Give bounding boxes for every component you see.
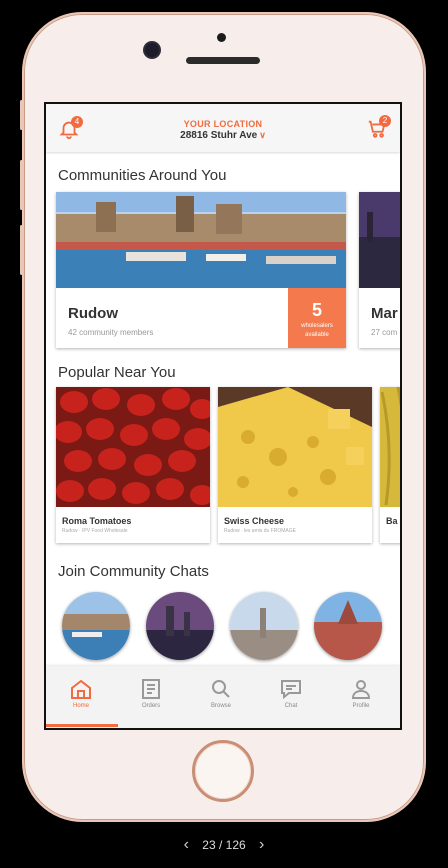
product-photo <box>56 387 210 507</box>
communities-section-title: Communities Around You <box>58 167 227 184</box>
community-chat-avatar[interactable] <box>230 592 298 660</box>
orders-icon <box>142 679 160 699</box>
community-photo <box>56 192 346 288</box>
product-name: Ba <box>386 516 398 526</box>
proximity-sensor <box>217 33 226 42</box>
tab-label: Orders <box>141 703 161 709</box>
location-selector[interactable]: 28816 Stuhr Ave ∨ <box>46 130 400 141</box>
chats-section-title: Join Community Chats <box>58 563 209 580</box>
pager: ‹ 23 / 126 › <box>0 836 448 854</box>
community-card[interactable]: Rudow 42 community members 5 wholesalers… <box>56 192 346 348</box>
product-photo <box>218 387 372 507</box>
phone-side-button <box>20 100 23 130</box>
active-tab-indicator <box>46 724 118 727</box>
app-screen: 4 YOUR LOCATION 28816 Stuhr Ave ∨ 2 Commu… <box>44 102 402 730</box>
chat-icon <box>281 680 301 700</box>
product-card[interactable]: Roma Tomatoes Rudow · IPV Food Wholesale <box>56 387 210 543</box>
tab-orders[interactable]: Orders <box>116 666 186 728</box>
next-arrow-icon[interactable]: › <box>259 836 264 854</box>
pager-current: 23 <box>202 838 216 852</box>
product-name: Roma Tomatoes <box>62 516 132 526</box>
wholesalers-count-box: 5 wholesalers available <box>288 288 346 348</box>
pager-total: 126 <box>225 838 246 852</box>
product-seller: Rudow · IPV Food Wholesale <box>62 528 128 534</box>
location-label: YOUR LOCATION <box>183 119 263 129</box>
previous-arrow-icon[interactable]: ‹ <box>184 836 189 854</box>
wholesalers-label-2: available <box>305 332 329 338</box>
app-header: 4 YOUR LOCATION 28816 Stuhr Ave ∨ 2 <box>46 104 400 152</box>
community-chat-avatar[interactable] <box>62 592 130 660</box>
tab-label: Profile <box>352 703 370 709</box>
profile-icon <box>351 680 371 699</box>
product-seller: Rudow · les amis du FROMAGE <box>224 528 296 534</box>
community-name: Mar <box>371 305 398 322</box>
location-address: 28816 Stuhr Ave <box>180 130 258 141</box>
chevron-down-icon: ∨ <box>259 130 266 140</box>
popular-section-title: Popular Near You <box>58 364 176 381</box>
home-icon <box>71 679 91 699</box>
tab-chat[interactable]: Chat <box>256 666 326 728</box>
community-photo <box>359 192 400 288</box>
cart-badge: 2 <box>379 115 391 127</box>
tab-browse[interactable]: Browse <box>186 666 256 728</box>
community-name: Rudow <box>68 305 118 322</box>
product-name: Swiss Cheese <box>224 516 285 526</box>
community-chat-avatar[interactable] <box>314 592 382 660</box>
tab-label: Browse <box>210 703 231 709</box>
community-card[interactable]: Mar 27 com <box>359 192 400 348</box>
tab-label: Chat <box>284 703 298 709</box>
phone-volume-up-button <box>20 160 23 210</box>
community-chat-avatar[interactable] <box>146 592 214 660</box>
tab-label: Home <box>72 703 89 709</box>
home-button[interactable] <box>192 740 254 802</box>
phone-volume-down-button <box>20 225 23 275</box>
wholesalers-count: 5 <box>311 300 322 320</box>
pager-separator: / <box>218 838 223 852</box>
community-members: 42 community members <box>68 328 154 337</box>
wholesalers-label-1: wholesalers <box>301 323 333 329</box>
tab-profile[interactable]: Profile <box>326 666 396 728</box>
bottom-tab-bar: Home Orders Browse Chat Profile <box>46 666 400 728</box>
community-members: 27 com <box>371 328 398 337</box>
search-icon <box>212 680 230 698</box>
product-card[interactable]: Swiss Cheese Rudow · les amis du FROMAGE <box>218 387 372 543</box>
tab-home[interactable]: Home <box>46 666 116 728</box>
product-photo <box>380 387 400 507</box>
product-card[interactable]: Ba <box>380 387 400 543</box>
front-camera <box>145 43 159 57</box>
earpiece-speaker <box>186 57 260 64</box>
